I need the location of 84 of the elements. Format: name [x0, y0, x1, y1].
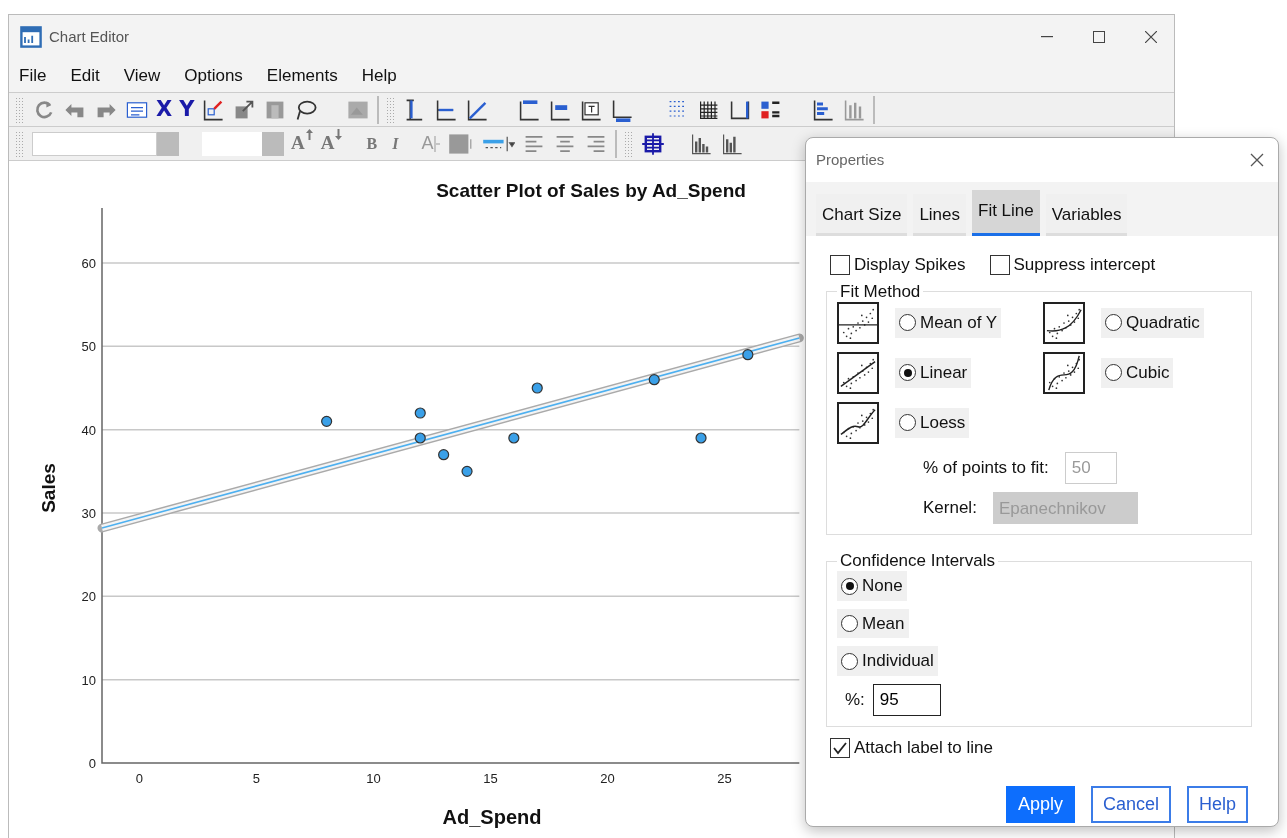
checkbox-label: Display Spikes: [854, 254, 966, 276]
menu-item[interactable]: Edit: [60, 62, 114, 89]
menu-item[interactable]: Help: [351, 62, 411, 89]
x-tick-label: 10: [366, 771, 381, 786]
x-axis-button[interactable]: X: [156, 99, 173, 120]
radio-label: Mean: [862, 612, 905, 635]
percent-field[interactable]: 95: [872, 683, 941, 716]
fit-preview-icon: [837, 401, 879, 444]
y-axis-button[interactable]: Y: [179, 99, 195, 120]
checkbox-label: Suppress intercept: [1013, 254, 1156, 276]
y-tick-label: 60: [81, 256, 96, 271]
radio-label: Loess: [920, 412, 966, 435]
menu-item[interactable]: Options: [174, 62, 257, 89]
field-label: % of points to fit:: [923, 457, 1049, 480]
menu-item[interactable]: File: [9, 62, 61, 89]
y-tick-label: 50: [81, 339, 96, 355]
x-axis-title: Ad_Spend: [442, 806, 542, 828]
radio-label: None: [862, 575, 903, 598]
field-label: %:: [845, 689, 865, 712]
dialog-button[interactable]: Cancel: [1090, 786, 1171, 824]
radio-button[interactable]: [841, 577, 858, 595]
increase-font-button[interactable]: A: [291, 129, 314, 158]
x-tick-label: 25: [717, 771, 732, 786]
x-tick-label: 5: [252, 771, 261, 786]
radio-button[interactable]: [841, 652, 858, 670]
histogram-icon[interactable]: [720, 131, 745, 156]
diagonal-line-icon[interactable]: [465, 97, 490, 122]
arrow-down-icon: [334, 129, 344, 142]
radio-button[interactable]: [841, 615, 858, 633]
chart-title: Scatter Plot of Sales by Ad_Spend: [436, 180, 746, 201]
menu-item[interactable]: Elements: [256, 62, 352, 89]
scatter-icon[interactable]: [201, 97, 226, 122]
checkbox[interactable]: [830, 737, 850, 758]
dialog-title: Properties: [816, 149, 885, 170]
radio-button[interactable]: [899, 414, 916, 432]
caret-icon: [433, 133, 442, 154]
fit-preview-icon: [1043, 301, 1085, 344]
menu-item[interactable]: View: [113, 62, 175, 89]
bar-chart-icon[interactable]: [811, 97, 836, 122]
checkbox[interactable]: [989, 254, 1010, 275]
fit-preview-icon: [837, 301, 879, 344]
radio-label: Quadratic: [1126, 312, 1200, 335]
dialog-button[interactable]: Apply: [1005, 786, 1075, 824]
field-label: Kernel:: [923, 497, 977, 520]
x-tick-label: 15: [483, 771, 498, 786]
radio-label: Cubic: [1126, 362, 1170, 385]
y-tick-label: 10: [81, 672, 96, 688]
crosshair-grid-icon[interactable]: [641, 131, 666, 156]
maximize-icon[interactable]: [1093, 31, 1105, 43]
title-icon[interactable]: [517, 97, 542, 122]
y-tick-label: 0: [88, 756, 96, 771]
radio-label: Individual: [862, 650, 934, 673]
checkbox-label: Attach label to line: [854, 736, 993, 759]
y-tick-label: 20: [81, 589, 96, 605]
y-axis-title: Sales: [38, 463, 59, 513]
tab[interactable]: Fit Line: [972, 189, 1040, 236]
fit-preview-icon: [837, 351, 879, 394]
group-title: Fit Method: [839, 281, 922, 302]
close-icon[interactable]: [1145, 31, 1157, 43]
bold-button[interactable]: B: [366, 131, 378, 156]
decrease-font-button[interactable]: A: [320, 129, 344, 158]
italic-button[interactable]: I: [392, 131, 399, 156]
x-tick-label: 20: [600, 771, 615, 786]
footnote-icon[interactable]: [610, 97, 635, 122]
x-axis-icon[interactable]: [434, 97, 459, 122]
y-tick-label: 40: [81, 422, 96, 438]
radio-label: Mean of Y: [920, 312, 998, 335]
minimize-icon[interactable]: [1041, 36, 1053, 38]
chart-window-icon: [19, 25, 43, 49]
radio-button[interactable]: [1105, 364, 1122, 382]
arrow-up-icon: [304, 129, 314, 142]
window-title: Chart Editor: [49, 26, 130, 47]
x-tick-label: 0: [135, 771, 144, 786]
dialog-button[interactable]: Help: [1186, 786, 1248, 824]
fit-preview-icon: [1043, 351, 1085, 394]
radio-button[interactable]: [1105, 314, 1122, 332]
checkbox[interactable]: [830, 254, 850, 275]
radio-button[interactable]: [899, 364, 916, 382]
radio-label: Linear: [920, 362, 968, 385]
close-icon[interactable]: [1250, 153, 1264, 167]
histogram-icon[interactable]: [689, 131, 714, 156]
group-title: Confidence Intervals: [839, 550, 996, 572]
y-tick-label: 30: [81, 506, 96, 521]
radio-button[interactable]: [899, 314, 916, 332]
